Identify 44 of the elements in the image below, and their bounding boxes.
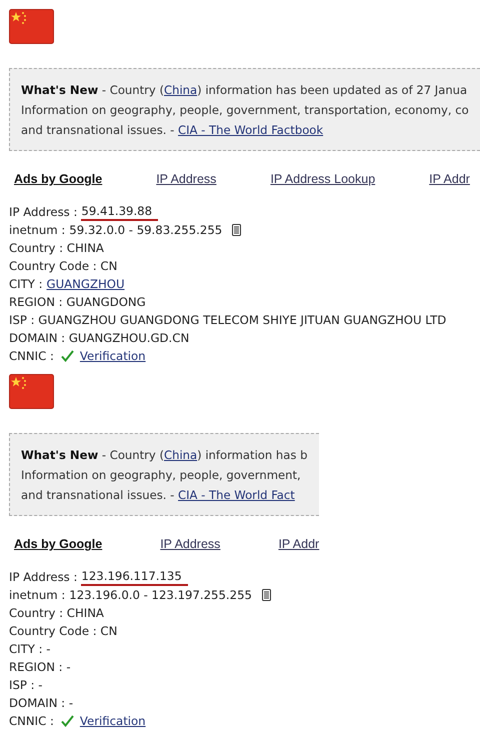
notice-text: What's New - Country (China) information has b Information on geography, people, government, and transnational issues. - CIA - The World Fact (21, 447, 308, 504)
field-text: REGION : - (9, 659, 71, 676)
text-link[interactable]: China (164, 448, 198, 462)
field-label: inetnum : (9, 222, 66, 239)
field-text: CITY : - (9, 641, 50, 658)
field-text: REGION : GUANGDONG (9, 294, 146, 311)
verification-link[interactable]: Verification (80, 347, 146, 365)
ip-value: 59.41.39.88 (81, 204, 158, 220)
ip-value: 123.196.117.135 (81, 568, 188, 586)
field-text: ISP : GUANGZHOU GUANGDONG TELECOM SHIYE JITUAN GUANGZHOU LTD (9, 312, 446, 329)
field-label: CITY : (9, 276, 43, 293)
field-label: CNNIC : (9, 348, 54, 365)
ad-link[interactable]: IP Address Lookup (270, 172, 376, 186)
field-label: inetnum : (9, 587, 66, 604)
ad-link[interactable]: IP Addr (429, 172, 470, 186)
text-link[interactable]: CIA - The World Fact (178, 488, 295, 502)
field-text: Country Code : CN (9, 258, 118, 275)
field-text: DOMAIN : GUANGZHOU.GD.CN (9, 330, 190, 347)
document-icon (262, 589, 271, 601)
verification-link[interactable]: Verification (80, 712, 146, 730)
flag-icon (9, 9, 54, 44)
field-label: CNNIC : (9, 713, 54, 730)
ad-link[interactable]: IP Address (160, 537, 220, 551)
field-label: IP Address : (9, 569, 78, 586)
field-value: 123.196.0.0 - 123.197.255.255 (69, 587, 252, 604)
field-value: 59.32.0.0 - 59.83.255.255 (69, 222, 222, 239)
field-text: ISP : - (9, 677, 42, 694)
ads-label: Ads by Google (14, 537, 102, 551)
ads-label: Ads by Google (14, 172, 102, 186)
field-link[interactable]: GUANGZHOU (46, 275, 125, 293)
ad-link[interactable]: IP Addr (278, 537, 320, 551)
text-link[interactable]: CIA - The World Factbook (178, 123, 324, 137)
check-icon (60, 350, 74, 362)
field-text: DOMAIN : - (9, 695, 74, 712)
field-text: Country Code : CN (9, 623, 118, 640)
text-link[interactable]: China (164, 83, 198, 97)
ad-link[interactable]: IP Address (156, 172, 216, 186)
field-text: Country : CHINA (9, 605, 104, 622)
field-label: IP Address : (9, 204, 78, 221)
check-icon (60, 715, 74, 727)
field-text: Country : CHINA (9, 240, 104, 257)
document-icon (232, 224, 242, 236)
flag-icon (9, 374, 54, 409)
notice-text: What's New - Country (China) information has been updated as of 27 Janua Information on geography, people, government, transportation, economy, co and transnational issues. - CIA - The World Factbook (21, 82, 470, 139)
